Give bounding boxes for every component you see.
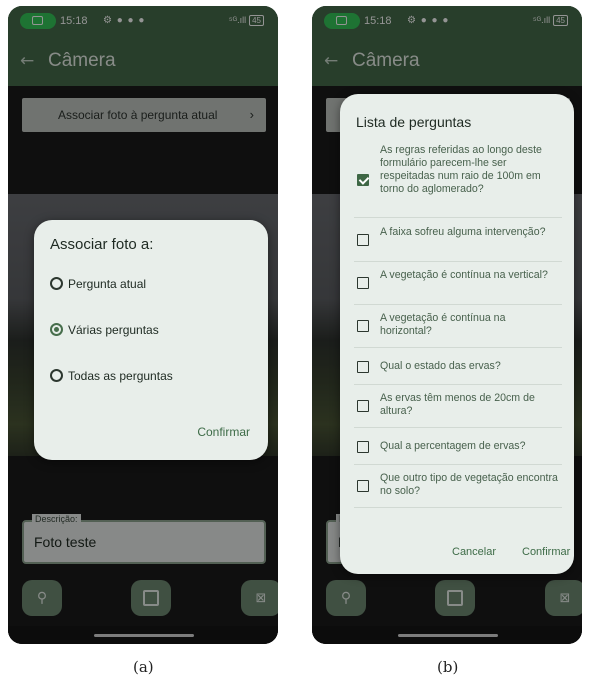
question-item[interactable]: Que outro tipo de vegetação encontra no … (354, 466, 562, 508)
question-list-dialog: Lista de perguntas As regras referidas a… (340, 94, 574, 574)
caption-b: (b) (437, 658, 459, 676)
caption-a: (a) (133, 658, 154, 676)
question-text: A vegetação é contínua na horizontal? (380, 312, 506, 337)
question-item[interactable]: As ervas têm menos de 20cm de altura? (354, 386, 562, 428)
confirm-button[interactable]: Confirmar (522, 546, 570, 558)
radio-button[interactable] (50, 277, 63, 290)
question-text: Qual a percentagem de ervas? (380, 440, 526, 452)
phone-screen-a: 15:18 ⚙ ● ● ● ⁵ᴳ.ıll 45 ← Câmera Associar… (8, 6, 278, 644)
question-item[interactable]: Qual a percentagem de ervas? (354, 429, 562, 465)
dialog-title: Associar foto a: (50, 236, 154, 253)
radio-label: Várias perguntas (68, 323, 159, 337)
associate-photo-dialog: Associar foto a: Pergunta atual Várias p… (34, 220, 268, 460)
question-text: A faixa sofreu alguma intervenção? (380, 226, 546, 238)
question-text: Que outro tipo de vegetação encontra no … (380, 472, 558, 497)
radio-button[interactable] (50, 369, 63, 382)
radio-label: Todas as perguntas (68, 369, 173, 383)
checkbox[interactable] (357, 441, 369, 453)
checkbox[interactable] (357, 320, 369, 332)
radio-label: Pergunta atual (68, 277, 147, 291)
question-text: Qual o estado das ervas? (380, 360, 501, 372)
confirm-button[interactable]: Confirmar (197, 425, 250, 439)
question-item[interactable]: A faixa sofreu alguma intervenção? (354, 220, 562, 262)
checkbox[interactable] (357, 400, 369, 412)
checkbox[interactable] (357, 480, 369, 492)
phone-screen-b: 15:18 ⚙ ● ● ● ⁵ᴳ.ıll45 ← Câmera Associar… (312, 6, 582, 644)
cancel-button[interactable]: Cancelar (452, 546, 496, 558)
question-item[interactable]: A vegetação é contínua na horizontal? (354, 306, 562, 348)
checkbox-checked[interactable] (357, 174, 369, 186)
dialog-title: Lista de perguntas (356, 114, 472, 130)
checkbox[interactable] (357, 277, 369, 289)
question-text: As ervas têm menos de 20cm de altura? (380, 392, 535, 417)
radio-button-selected[interactable] (50, 323, 63, 336)
question-item[interactable]: A vegetação é contínua na vertical? (354, 263, 562, 305)
checkbox[interactable] (357, 361, 369, 373)
question-text: As regras referidas ao longo deste formu… (380, 144, 542, 195)
checkbox[interactable] (357, 234, 369, 246)
question-item[interactable]: As regras referidas ao longo deste formu… (354, 142, 562, 218)
question-list[interactable]: As regras referidas ao longo deste formu… (340, 142, 574, 524)
question-text: A vegetação é contínua na vertical? (380, 269, 548, 281)
question-item[interactable]: Qual o estado das ervas? (354, 349, 562, 385)
